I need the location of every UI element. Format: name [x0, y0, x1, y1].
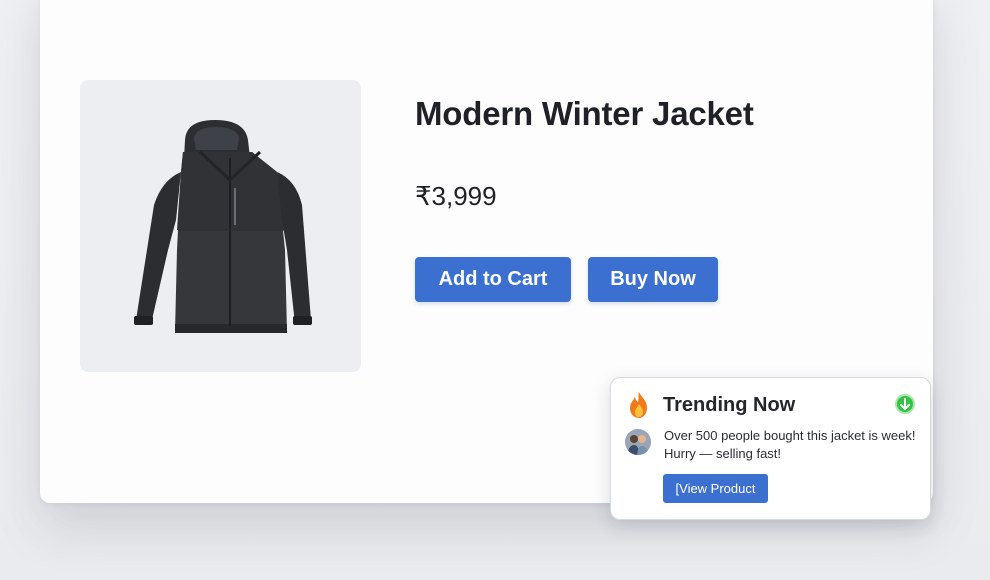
view-product-button[interactable]: [View Product: [663, 474, 768, 503]
fire-icon: [630, 392, 647, 418]
green-circle-icon[interactable]: [894, 393, 916, 415]
notification-message: Over 500 people bought this jacket is we…: [664, 427, 924, 463]
product-image: [80, 80, 361, 372]
product-price: ₹3,999: [415, 181, 497, 211]
buy-now-button[interactable]: Buy Now: [588, 257, 718, 302]
product-title: Modern Winter Jacket: [415, 95, 754, 132]
add-to-cart-button[interactable]: Add to Cart: [415, 257, 571, 302]
notification-message-line-1: Over 500 people bought this jacket is we…: [664, 428, 916, 443]
page: Modern Winter Jacket ₹3,999 Add to Cart …: [0, 0, 990, 580]
notification-title: Trending Now: [663, 394, 796, 416]
jacket-image: [134, 120, 312, 333]
notification-message-line-2: Hurry — selling fast!: [664, 446, 782, 461]
user-avatar: [625, 429, 651, 455]
trending-notification: Trending Now Over 500 people bought this…: [610, 377, 931, 520]
